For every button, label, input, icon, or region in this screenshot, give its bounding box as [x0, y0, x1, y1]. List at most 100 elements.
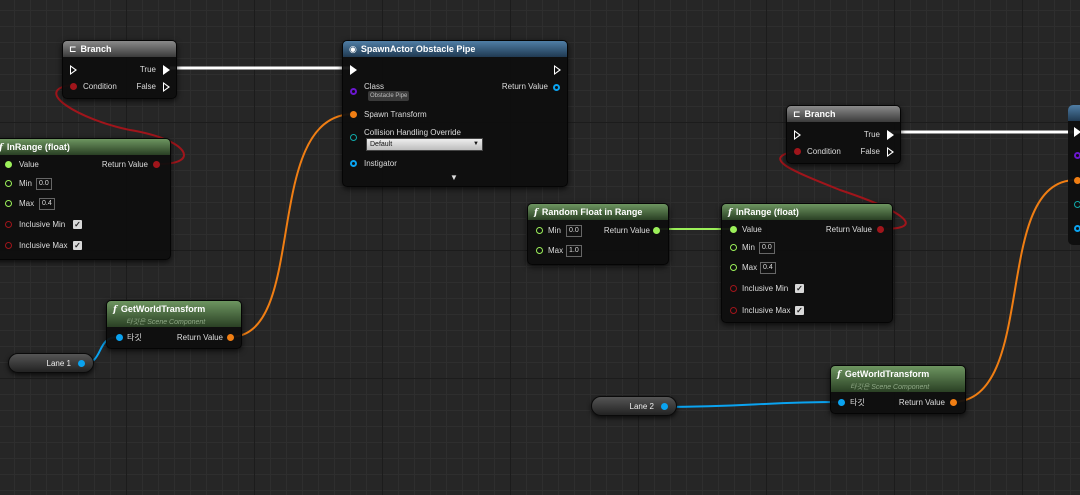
node-header[interactable]: [1068, 105, 1080, 121]
exec-out-pin-icon[interactable]: [554, 65, 561, 75]
node-title: Random Float in Range: [541, 207, 643, 217]
expand-arrow-icon[interactable]: ▼: [450, 173, 458, 182]
node-title: GetWorldTransform: [844, 369, 930, 379]
target-pin-icon[interactable]: [116, 334, 123, 341]
min-pin-icon[interactable]: [536, 227, 543, 234]
condition-pin-icon[interactable]: [794, 148, 801, 155]
exec-false-pin-icon[interactable]: [887, 147, 894, 157]
false-label: False: [860, 147, 880, 156]
incl-max-checkbox[interactable]: ✓: [73, 241, 82, 250]
random-float-node[interactable]: f Random Float in Range Min 0.0 Return Va…: [527, 203, 669, 265]
max-input[interactable]: 0.4: [39, 198, 55, 210]
incl-min-label: Inclusive Min: [19, 220, 66, 229]
wire-object-lane2-gwt2: [662, 401, 842, 408]
return-pin-icon[interactable]: [153, 161, 160, 168]
incl-max-pin-icon[interactable]: [730, 307, 737, 314]
lane1-out-pin-icon[interactable]: [78, 360, 85, 367]
exec-in-pin-icon[interactable]: [350, 65, 357, 75]
condition-label: Condition: [807, 147, 841, 156]
inrange-node[interactable]: fInRange (float) Value Return Value Min …: [0, 138, 171, 260]
return-pin-icon[interactable]: [950, 399, 957, 406]
function-icon: f: [728, 208, 732, 218]
min-input[interactable]: 0.0: [759, 242, 775, 254]
min-pin-icon[interactable]: [5, 180, 12, 187]
inrange-node-2[interactable]: f InRange (float) Value Return Value Min …: [721, 203, 893, 323]
max-pin-icon[interactable]: [730, 264, 737, 271]
function-icon: f: [534, 208, 538, 218]
node-title: SpawnActor Obstacle Pipe: [360, 44, 476, 54]
node-header[interactable]: ⊏ Branch: [63, 41, 176, 57]
node-title: Branch: [804, 109, 836, 119]
exec-true-pin-icon[interactable]: [163, 65, 170, 75]
return-label: Return Value: [898, 398, 945, 407]
node-header[interactable]: ⊏ Branch: [787, 106, 900, 122]
function-icon: f: [113, 305, 117, 315]
value-pin-icon[interactable]: [730, 226, 737, 233]
min-input[interactable]: 0.0: [566, 225, 582, 237]
exec-false-pin-icon[interactable]: [163, 82, 170, 92]
collision-dropdown[interactable]: Default ▼: [366, 138, 483, 151]
instigator-pin-icon[interactable]: [1074, 225, 1080, 232]
offscreen-spawn-node[interactable]: [1068, 105, 1080, 245]
target-label: 타깃: [127, 333, 142, 342]
max-pin-icon[interactable]: [536, 247, 543, 254]
incl-max-label: Inclusive Max: [742, 306, 791, 315]
exec-in-pin-icon[interactable]: [1074, 127, 1080, 137]
target-pin-icon[interactable]: [838, 399, 845, 406]
node-title: InRange (float): [735, 207, 799, 217]
branch-node-2[interactable]: ⊏ Branch True Condition False: [786, 105, 901, 164]
wire-transform-gwt1-spawn: [229, 113, 355, 338]
value-pin-icon[interactable]: [5, 161, 12, 168]
instigator-pin-icon[interactable]: [350, 160, 357, 167]
lane1-variable[interactable]: Lane 1: [8, 353, 94, 373]
true-label: True: [139, 65, 156, 74]
node-subtitle: 타깃은 Scene Component: [850, 384, 930, 391]
branch-node[interactable]: ⊏ Branch True Condition False: [62, 40, 177, 99]
spawn-transform-pin-icon[interactable]: [350, 111, 357, 118]
return-pin-icon[interactable]: [227, 334, 234, 341]
incl-min-pin-icon[interactable]: [5, 221, 12, 228]
collision-pin-icon[interactable]: [1074, 201, 1080, 208]
collision-pin-icon[interactable]: [350, 134, 357, 141]
function-icon: f: [0, 140, 3, 155]
lane2-out-pin-icon[interactable]: [661, 403, 668, 410]
spawn-actor-node[interactable]: ◉ SpawnActor Obstacle Pipe Class Return V…: [342, 40, 568, 187]
max-label: Max: [19, 199, 35, 208]
min-label: Min: [548, 226, 561, 235]
lane2-variable[interactable]: Lane 2: [591, 396, 677, 416]
class-pin-icon[interactable]: [350, 88, 357, 95]
max-pin-icon[interactable]: [5, 200, 12, 207]
spawn-transform-label: Spawn Transform: [364, 110, 427, 119]
node-subtitle: 타깃은 Scene Component: [126, 319, 206, 326]
return-label: Return Value: [101, 160, 148, 169]
incl-max-checkbox[interactable]: ✓: [795, 306, 804, 315]
node-header[interactable]: fInRange (float): [0, 139, 170, 155]
node-header[interactable]: ◉ SpawnActor Obstacle Pipe: [343, 41, 567, 57]
max-label: Max: [742, 263, 758, 272]
exec-in-pin-icon[interactable]: [794, 130, 801, 140]
get-world-transform-node[interactable]: f GetWorldTransform 타깃은 Scene Component 타…: [106, 300, 242, 349]
exec-true-pin-icon[interactable]: [887, 130, 894, 140]
class-selector[interactable]: Obstacle Pipe: [368, 91, 410, 101]
condition-pin-icon[interactable]: [70, 83, 77, 90]
exec-in-pin-icon[interactable]: [70, 65, 77, 75]
return-pin-icon[interactable]: [653, 227, 660, 234]
get-world-transform-node-2[interactable]: f GetWorldTransform 타깃은 Scene Component 타…: [830, 365, 966, 414]
min-pin-icon[interactable]: [730, 244, 737, 251]
max-input[interactable]: 0.4: [760, 262, 776, 274]
spawn-transform-pin-icon[interactable]: [1074, 177, 1080, 184]
incl-min-pin-icon[interactable]: [730, 285, 737, 292]
return-pin-icon[interactable]: [553, 84, 560, 91]
return-pin-icon[interactable]: [877, 226, 884, 233]
value-label: Value: [19, 160, 39, 169]
value-label: Value: [742, 225, 762, 234]
node-header[interactable]: fInRange (float): [722, 204, 892, 220]
incl-max-pin-icon[interactable]: [5, 242, 12, 249]
node-header[interactable]: f Random Float in Range: [528, 204, 668, 220]
incl-min-checkbox[interactable]: ✓: [73, 220, 82, 229]
incl-min-checkbox[interactable]: ✓: [795, 284, 804, 293]
min-input[interactable]: 0.0: [36, 178, 52, 190]
max-input[interactable]: 1.0: [566, 245, 582, 257]
class-pin-icon[interactable]: [1074, 152, 1080, 159]
collision-value: Default: [370, 141, 393, 148]
